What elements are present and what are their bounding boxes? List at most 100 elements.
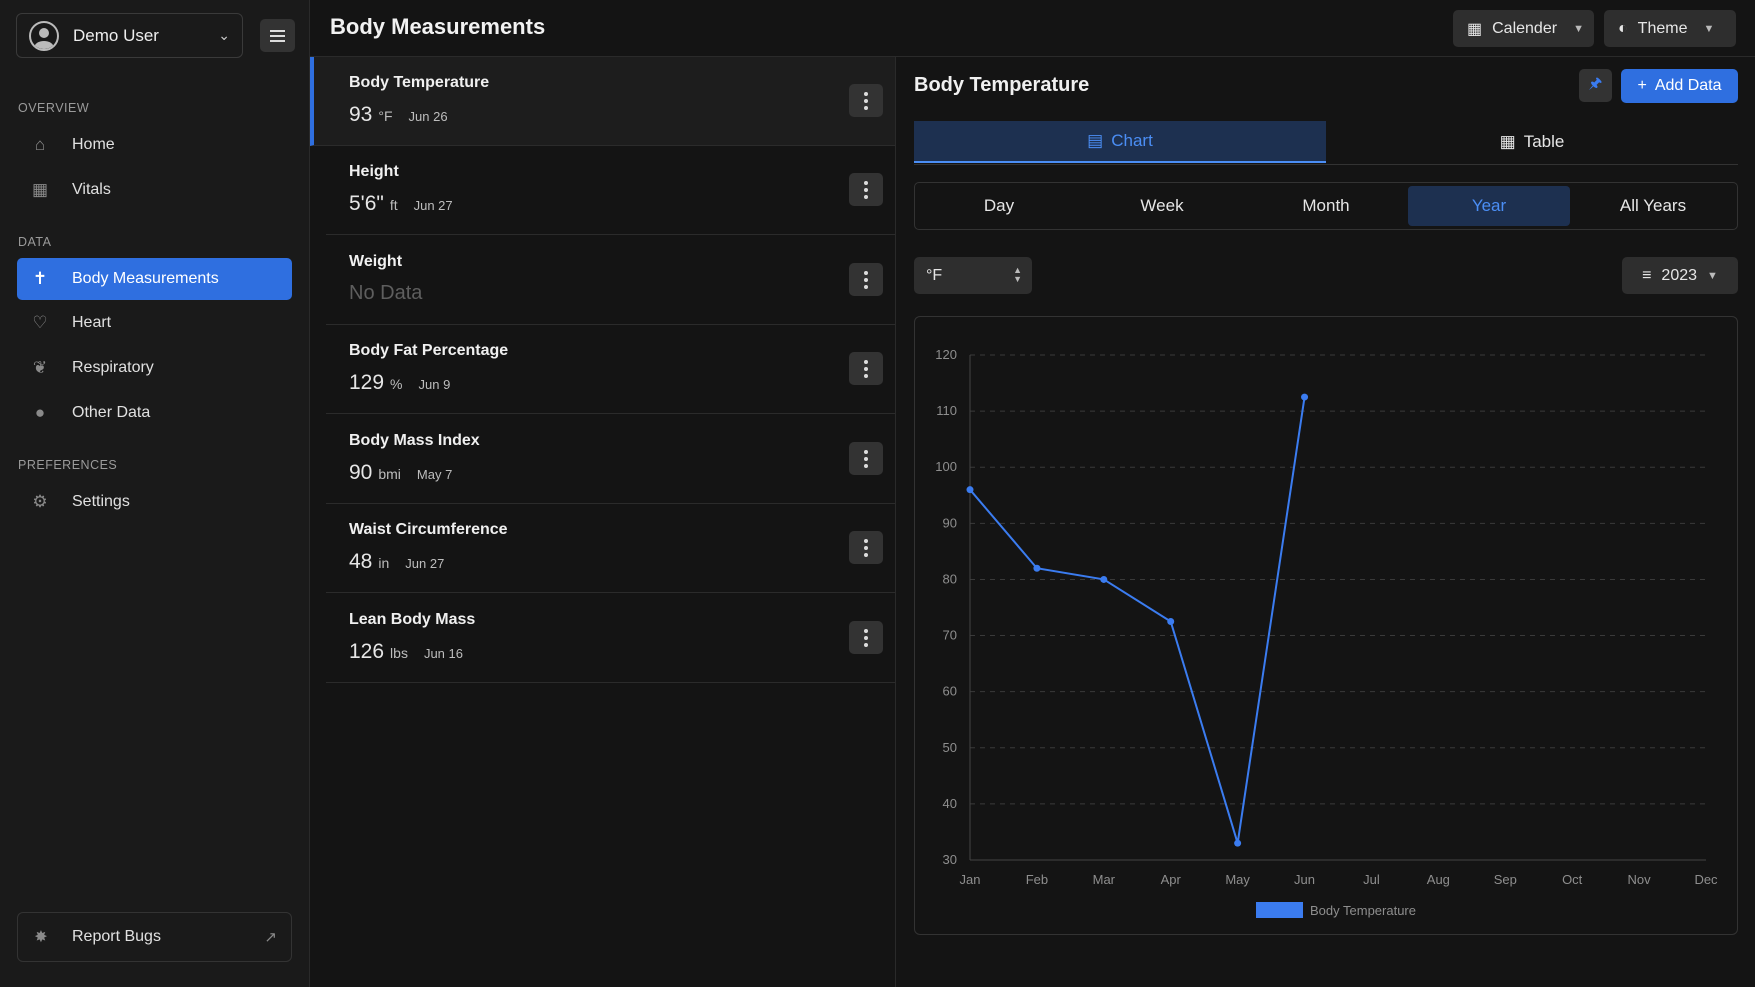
- unit-select-value: °F: [926, 266, 943, 284]
- add-data-button[interactable]: + Add Data: [1621, 69, 1738, 103]
- menu-toggle-button[interactable]: [260, 19, 295, 52]
- measurement-value: 126: [349, 640, 385, 663]
- section-label-data: DATA: [18, 235, 52, 249]
- kebab-dot: [864, 180, 868, 185]
- theme-label: Theme: [1637, 19, 1688, 37]
- kebab-dot: [864, 366, 868, 371]
- measurement-title: Body Mass Index: [349, 432, 480, 449]
- sidebar-item-body-measurements[interactable]: ✝ Body Measurements: [17, 258, 292, 300]
- x-tick-label: Dec: [1694, 872, 1718, 887]
- more-options-button[interactable]: [849, 173, 883, 206]
- measurement-title: Height: [349, 163, 399, 180]
- measurement-list: Body Temperature 93 °F Jun 26 Height 5'6…: [310, 57, 895, 987]
- bar-chart-icon: ▤: [1087, 131, 1104, 150]
- range-day[interactable]: Day: [918, 186, 1080, 226]
- user-avatar-icon: [29, 20, 59, 51]
- year-select[interactable]: ≡ 2023 ▼: [1622, 257, 1738, 294]
- y-tick-label: 90: [943, 515, 957, 530]
- report-bugs-label: Report Bugs: [72, 928, 161, 945]
- more-options-button[interactable]: [849, 263, 883, 296]
- unit-select[interactable]: °F ▲ ▼: [914, 257, 1032, 294]
- report-bugs-button[interactable]: ✸ Report Bugs ↗: [17, 912, 292, 962]
- measurement-value-row: 126 lbs Jun 16: [349, 640, 463, 664]
- kebab-dot: [864, 277, 868, 282]
- select-arrows-icon: ▲ ▼: [1013, 265, 1022, 284]
- measurement-unit: lbs: [390, 645, 408, 661]
- sidebar-item-settings[interactable]: ⚙ Settings: [17, 481, 292, 523]
- more-options-button[interactable]: [849, 621, 883, 654]
- menu-icon-bar: [270, 34, 285, 37]
- measurement-unit: ft: [389, 197, 398, 213]
- more-options-button[interactable]: [849, 442, 883, 475]
- measurement-item-body-temperature[interactable]: Body Temperature 93 °F Jun 26: [310, 57, 895, 146]
- measurement-value-row: 48 in Jun 27: [349, 550, 444, 574]
- x-tick-label: Oct: [1562, 872, 1583, 887]
- kebab-dot: [864, 635, 868, 640]
- measurement-date: May 7: [416, 467, 453, 482]
- calendar-button[interactable]: ▦ Calender ▼: [1453, 10, 1594, 47]
- range-month[interactable]: Month: [1245, 186, 1407, 226]
- app: Demo User ⌄ OVERVIEW ⌂ Home ▦ Vitals DAT…: [0, 0, 1755, 987]
- measurement-value-row: 129 % Jun 9: [349, 371, 450, 395]
- sidebar-item-label: Vitals: [72, 181, 111, 198]
- measurement-title: Weight: [349, 253, 403, 270]
- range-week[interactable]: Week: [1081, 186, 1243, 226]
- caret-down-icon: ▼: [1703, 22, 1715, 35]
- y-tick-label: 120: [935, 347, 957, 362]
- list-divider: [895, 57, 896, 987]
- tab-table[interactable]: ▦ Table: [1326, 121, 1738, 163]
- gear-icon: ⚙: [32, 492, 48, 511]
- measurement-value: 90: [349, 461, 373, 484]
- range-year[interactable]: Year: [1408, 186, 1570, 226]
- sidebar-item-label: Other Data: [72, 404, 151, 421]
- sidebar-item-respiratory[interactable]: ❦ Respiratory: [17, 347, 292, 389]
- measurement-title: Waist Circumference: [349, 521, 508, 538]
- series-line: [969, 396, 1306, 844]
- x-tick-label: Jul: [1363, 872, 1380, 887]
- more-options-button[interactable]: [849, 531, 883, 564]
- pin-button[interactable]: 🖈: [1579, 69, 1612, 102]
- y-tick-label: 80: [943, 571, 957, 586]
- measurement-value: 93: [349, 103, 373, 126]
- measurement-value-row: 90 bmi May 7: [349, 461, 452, 485]
- measurement-date: Jun 27: [413, 198, 453, 213]
- measurement-unit: °F: [378, 108, 393, 124]
- kebab-dot: [864, 284, 868, 289]
- measurement-item-lean-body-mass[interactable]: Lean Body Mass 126 lbs Jun 16: [326, 594, 895, 683]
- measurement-item-body-mass-index[interactable]: Body Mass Index 90 bmi May 7: [326, 415, 895, 504]
- sidebar-item-label: Respiratory: [72, 359, 154, 376]
- plus-icon: +: [1637, 77, 1647, 94]
- measurement-value-row: 5'6" ft Jun 27: [349, 192, 453, 216]
- external-link-icon: ↗: [264, 929, 277, 946]
- sidebar-item-heart[interactable]: ♡ Heart: [17, 302, 292, 344]
- sidebar-item-label: Heart: [72, 314, 112, 331]
- tab-chart[interactable]: ▤ Chart: [914, 121, 1326, 163]
- data-point: [1100, 575, 1108, 583]
- sidebar-item-label: Body Measurements: [72, 270, 219, 287]
- kebab-dot: [864, 642, 868, 647]
- range-all-years[interactable]: All Years: [1572, 186, 1734, 226]
- tab-label: Chart: [1111, 131, 1153, 150]
- sidebar-item-vitals[interactable]: ▦ Vitals: [17, 169, 292, 211]
- year-value: 2023: [1661, 266, 1698, 284]
- x-tick-label: Feb: [1026, 872, 1048, 887]
- range-selector: Day Week Month Year All Years: [914, 182, 1738, 230]
- measurement-value-row: 93 °F Jun 26: [349, 103, 448, 127]
- measurement-item-body-fat-percentage[interactable]: Body Fat Percentage 129 % Jun 9: [326, 325, 895, 414]
- measurement-item-weight[interactable]: Weight No Data: [326, 236, 895, 325]
- user-select[interactable]: Demo User ⌄: [16, 13, 243, 58]
- more-options-button[interactable]: [849, 352, 883, 385]
- more-options-button[interactable]: [849, 84, 883, 117]
- kebab-dot: [864, 194, 868, 199]
- sidebar-item-home[interactable]: ⌂ Home: [17, 124, 292, 166]
- data-point: [1167, 618, 1175, 626]
- sidebar-item-other-data[interactable]: ● Other Data: [17, 392, 292, 434]
- measurement-no-data: No Data: [349, 282, 423, 304]
- location-icon: ●: [34, 403, 46, 422]
- section-label-overview: OVERVIEW: [18, 101, 90, 115]
- theme-button[interactable]: ◐ Theme ▼: [1604, 10, 1736, 47]
- kebab-dot: [864, 552, 868, 557]
- measurement-value: 48: [349, 550, 373, 573]
- measurement-item-height[interactable]: Height 5'6" ft Jun 27: [326, 146, 895, 235]
- measurement-item-waist-circumference[interactable]: Waist Circumference 48 in Jun 27: [326, 504, 895, 593]
